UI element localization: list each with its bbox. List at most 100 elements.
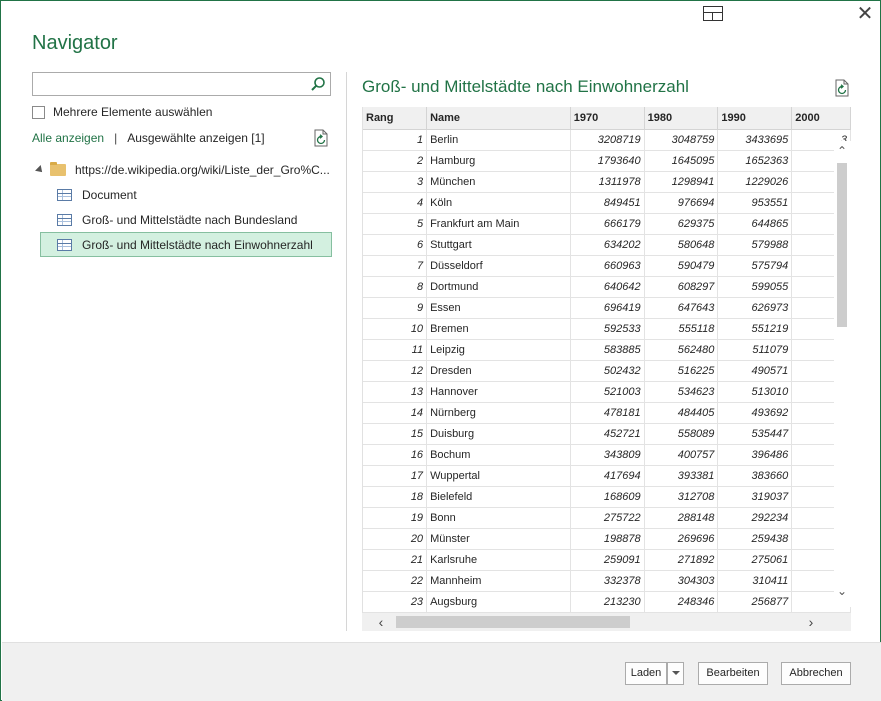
table-cell: 534623 — [644, 381, 719, 403]
preview-title: Groß- und Mittelstädte nach Einwohnerzah… — [362, 77, 689, 96]
table-cell: 396486 — [717, 444, 793, 466]
multi-select-label: Mehrere Elemente auswählen — [53, 105, 213, 119]
table-cell: 3 — [363, 171, 428, 193]
table-cell: 21 — [363, 549, 428, 571]
dialog-footer: Laden Bearbeiten Abbrechen — [2, 642, 881, 701]
table-row: 3München1311978129894112290261 — [363, 171, 851, 193]
layout-toggle-icon[interactable] — [703, 6, 723, 21]
table-cell: 3208719 — [570, 129, 645, 151]
scroll-down-icon[interactable]: ⌄ — [836, 585, 848, 597]
table-cell: 976694 — [644, 192, 719, 214]
table-cell: 590479 — [644, 255, 719, 277]
pane-divider[interactable] — [346, 72, 347, 631]
load-button[interactable]: Laden — [625, 662, 667, 685]
tree-item-document[interactable]: Document — [32, 182, 332, 207]
table-cell: 11 — [363, 339, 428, 361]
data-table: Rang Name 1970 1980 1990 2000 1 Berlin 3208719 3… — [363, 107, 851, 613]
table-cell: 696419 — [570, 297, 645, 319]
table-cell: 9 — [363, 297, 428, 319]
edit-button[interactable]: Bearbeiten — [698, 662, 768, 685]
table-cell: 304303 — [644, 570, 719, 592]
table-cell: 7 — [363, 255, 428, 277]
table-cell: 608297 — [644, 276, 719, 298]
table-row: 6 Stuttgart 634202 580648 579988 — [363, 234, 851, 256]
load-options-button[interactable] — [667, 662, 684, 685]
table-cell: 5 — [363, 213, 428, 235]
table-cell: 535447 — [717, 423, 793, 445]
table-row: 14 Nürnberg 478181 484405 493692 — [363, 402, 851, 424]
horizontal-scrollbar[interactable]: ‹ › — [362, 613, 851, 631]
navigator-window: ✕ Navigator Mehrere Elemente auswählen A… — [0, 0, 881, 701]
table-cell: Duisburg — [426, 423, 571, 445]
table-cell: 562480 — [644, 339, 719, 361]
table-cell: Bonn — [426, 507, 571, 529]
refresh-icon[interactable] — [312, 129, 330, 147]
tree-root-item[interactable]: https://de.wikipedia.org/wiki/Liste_der_… — [32, 157, 332, 182]
table-row: 17 Wuppertal 417694 393381 383660 — [363, 465, 851, 487]
table-cell: Bochum — [426, 444, 571, 466]
table-cell: 256877 — [717, 591, 793, 613]
table-cell: 168609 — [570, 486, 645, 508]
column-header[interactable]: Name — [426, 107, 571, 130]
show-all-link[interactable]: Alle anzeigen — [32, 131, 104, 145]
vertical-scroll-thumb[interactable] — [837, 163, 847, 327]
table-cell: 12 — [363, 360, 428, 382]
search-icon[interactable] — [310, 76, 326, 92]
table-cell: Bielefeld — [426, 486, 571, 508]
column-header[interactable]: 1980 — [644, 107, 719, 130]
show-selected-link[interactable]: Ausgewählte anzeigen [1] — [127, 131, 264, 145]
table-cell: Stuttgart — [426, 234, 571, 256]
column-header[interactable]: 1990 — [717, 107, 793, 130]
multi-select-checkbox[interactable] — [32, 105, 45, 119]
vertical-scrollbar[interactable]: ⌃ ⌄ — [834, 141, 851, 607]
tree-item-bundesland[interactable]: Groß- und Mittelstädte nach Bundesland — [32, 207, 332, 232]
table-row: 13 Hannover 521003 534623 513010 — [363, 381, 851, 403]
multi-select-option[interactable]: Mehrere Elemente auswählen — [32, 105, 212, 119]
table-cell: 953551 — [717, 192, 793, 214]
table-cell: 640642 — [570, 276, 645, 298]
table-cell: 1652363 — [717, 150, 793, 172]
tree-item-label: Groß- und Mittelstädte nach Einwohnerzah… — [82, 237, 313, 252]
chevron-down-icon — [671, 671, 680, 676]
search-box[interactable] — [32, 72, 331, 96]
collapse-arrow-icon[interactable] — [35, 164, 45, 175]
table-cell: Bremen — [426, 318, 571, 340]
table-row: 9 Essen 696419 647643 626973 — [363, 297, 851, 319]
preview-grid[interactable]: Rang Name 1970 1980 1990 2000 1 Berlin 3208719 3… — [362, 107, 851, 613]
column-header[interactable]: 1970 — [570, 107, 645, 130]
table-cell: 551219 — [717, 318, 793, 340]
scroll-left-icon[interactable]: ‹ — [374, 614, 388, 630]
table-cell: 1793640 — [570, 150, 645, 172]
table-cell: 490571 — [717, 360, 793, 382]
close-button[interactable]: ✕ — [855, 4, 875, 24]
table-cell: 1298941 — [644, 171, 719, 193]
table-row: 8 Dortmund 640642 608297 599055 — [363, 276, 851, 298]
cancel-button[interactable]: Abbrechen — [781, 662, 851, 685]
table-cell: 513010 — [717, 381, 793, 403]
column-header[interactable]: Rang — [363, 107, 428, 130]
table-cell: 626973 — [717, 297, 793, 319]
column-header[interactable]: 2000 — [791, 107, 851, 130]
table-cell: 417694 — [570, 465, 645, 487]
scroll-up-icon[interactable]: ⌃ — [836, 145, 848, 157]
table-cell: Augsburg — [426, 591, 571, 613]
table-row: 19 Bonn 275722 288148 292234 — [363, 507, 851, 529]
refresh-icon[interactable] — [833, 79, 851, 97]
table-cell: 319037 — [717, 486, 793, 508]
table-body: 1 Berlin 3208719 3048759 3433695 3 2 Hamburg 179… — [363, 129, 851, 613]
table-cell: 644865 — [717, 213, 793, 235]
table-cell: 521003 — [570, 381, 645, 403]
table-cell: 213230 — [570, 591, 645, 613]
table-cell: 269696 — [644, 528, 719, 550]
search-input[interactable] — [33, 73, 303, 95]
table-cell: 493692 — [717, 402, 793, 424]
table-cell: 502432 — [570, 360, 645, 382]
table-cell: 288148 — [644, 507, 719, 529]
tree-item-label: Groß- und Mittelstädte nach Bundesland — [82, 212, 298, 227]
tree-item-einwohnerzahl[interactable]: Groß- und Mittelstädte nach Einwohnerzah… — [40, 232, 332, 257]
table-cell: 583885 — [570, 339, 645, 361]
horizontal-scroll-thumb[interactable] — [396, 616, 630, 628]
table-row: 5 Frankfurt am Main 666179 629375 644865 — [363, 213, 851, 235]
table-cell: 14 — [363, 402, 428, 424]
scroll-right-icon[interactable]: › — [804, 614, 818, 630]
